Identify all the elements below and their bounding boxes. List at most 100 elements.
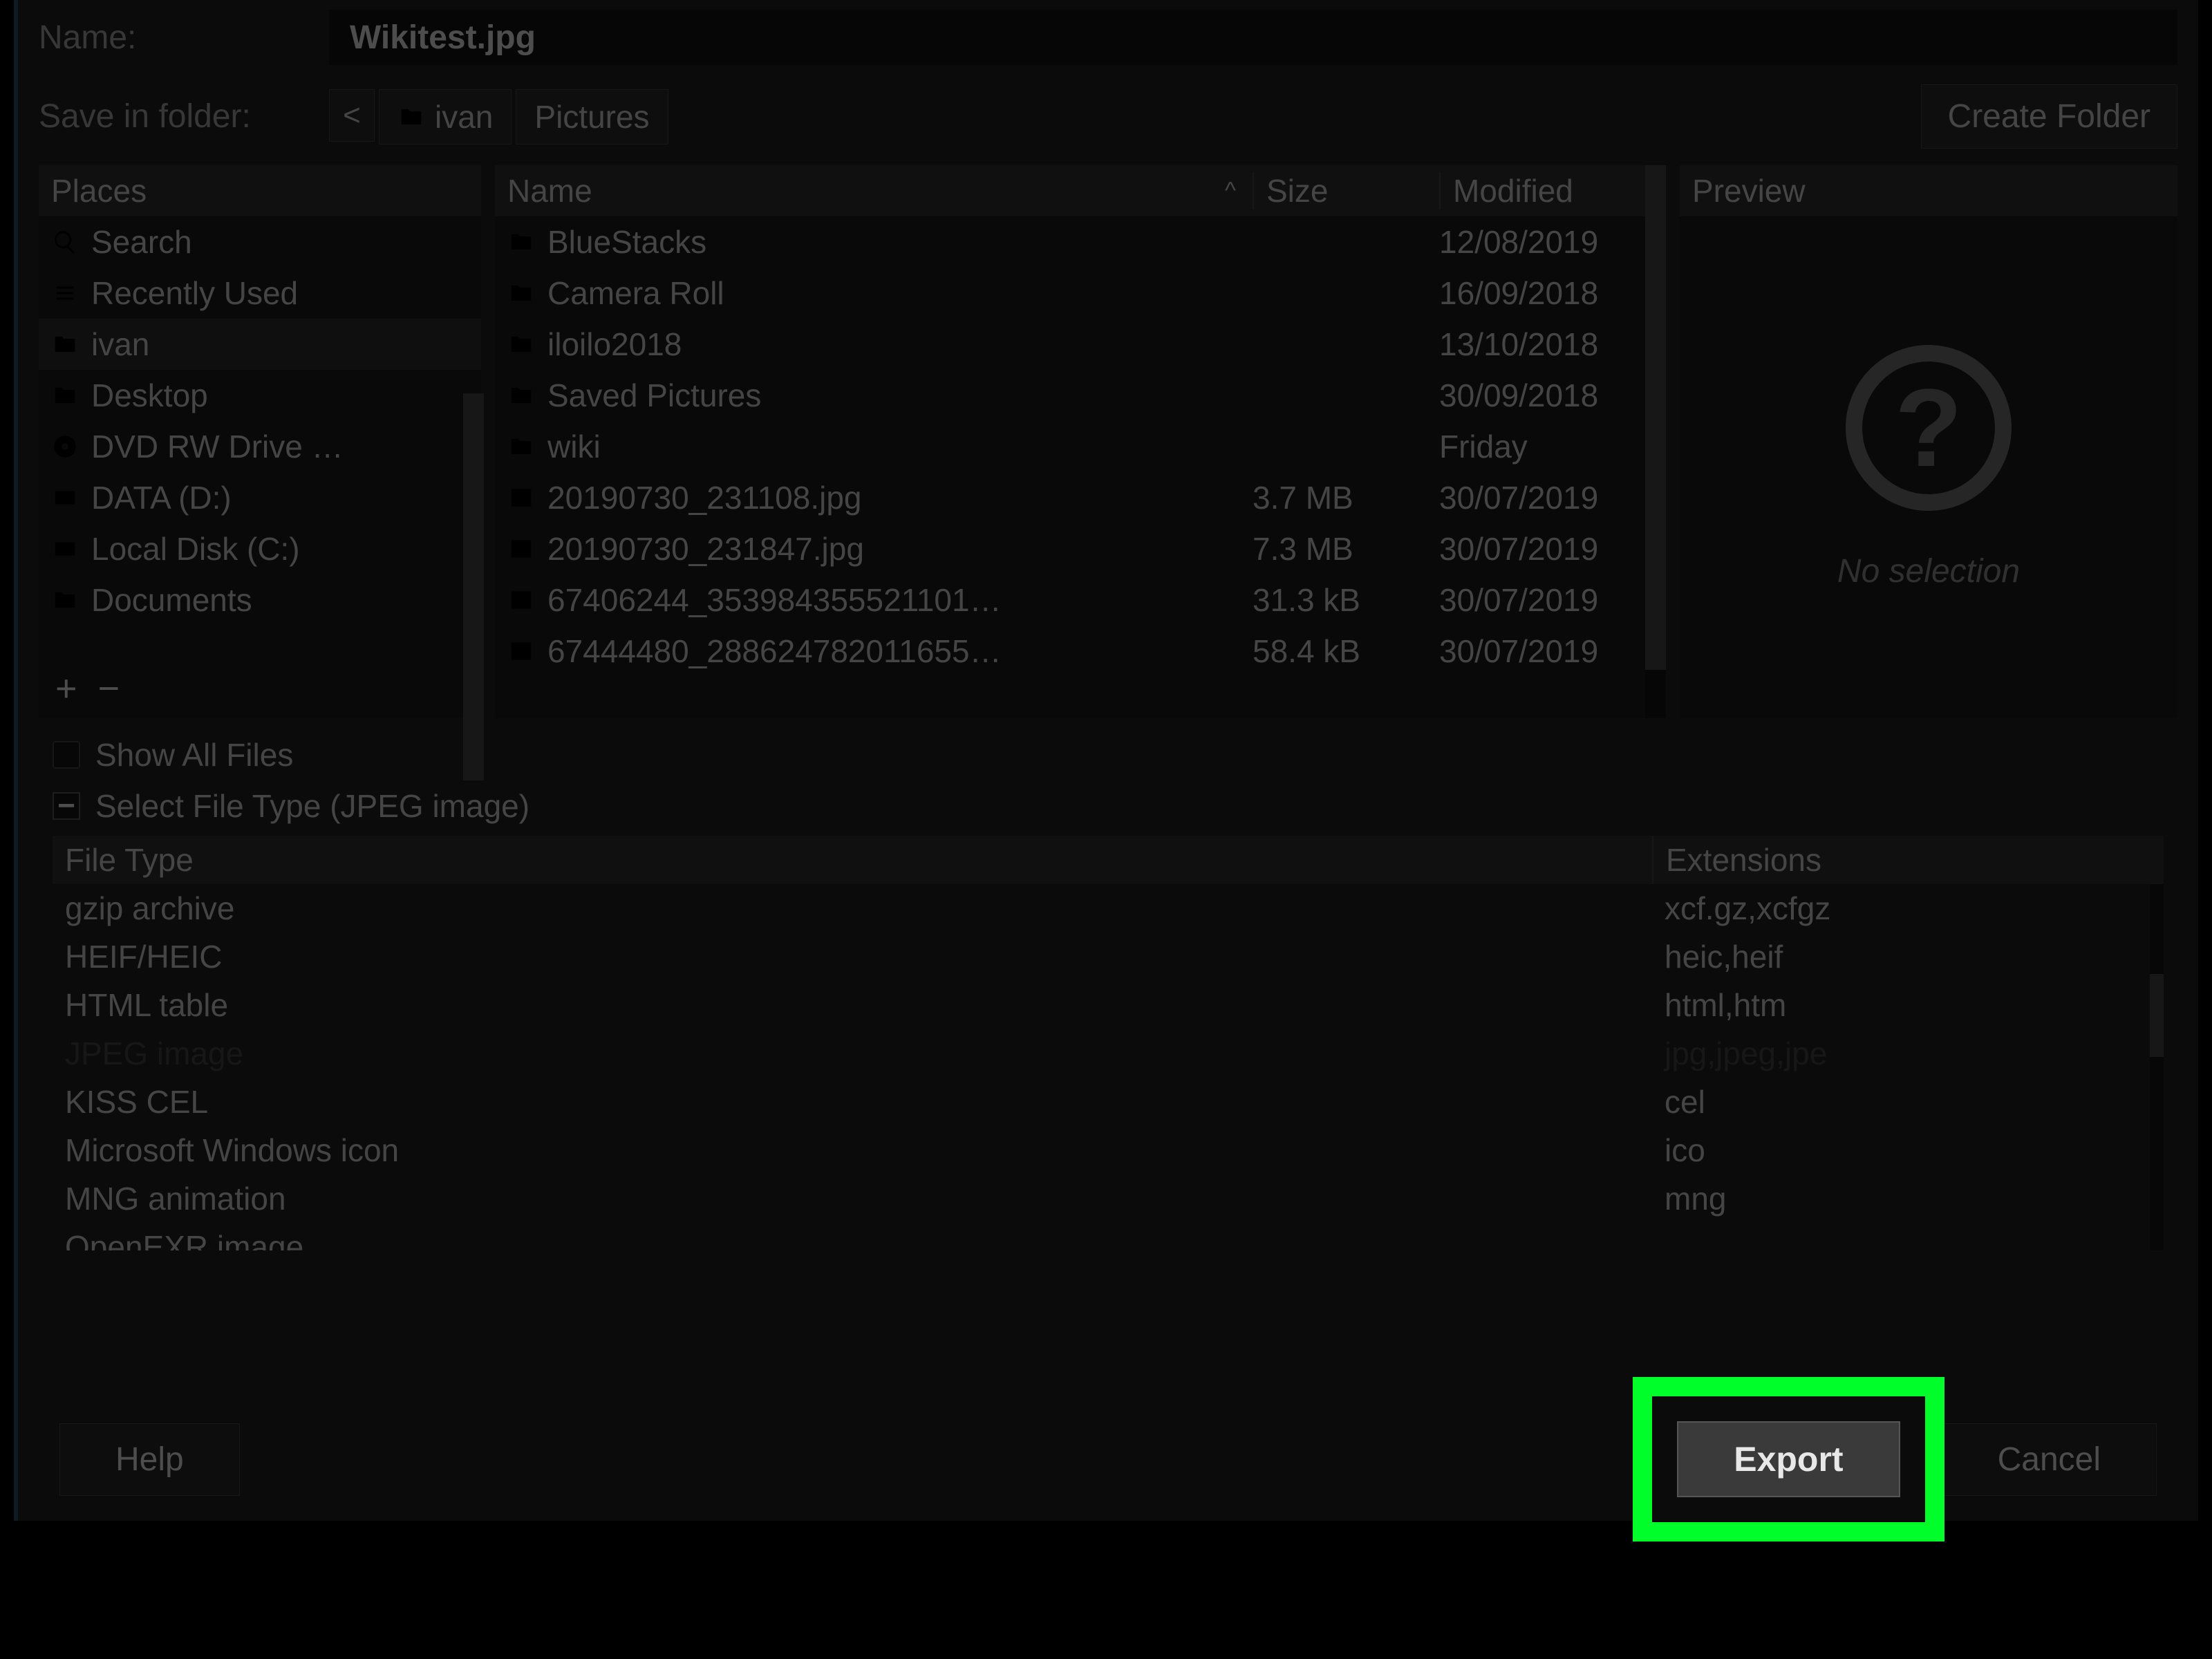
file-type-row[interactable]: HEIF/HEICheic,heif	[53, 932, 2164, 981]
save-in-folder-label: Save in folder:	[39, 97, 329, 135]
places-item[interactable]: DATA (D:)	[39, 472, 481, 523]
file-type-name: JPEG image	[53, 1035, 1652, 1072]
add-place-button[interactable]: +	[55, 667, 77, 710]
places-item[interactable]: ivan	[39, 319, 481, 370]
column-name-header[interactable]: Name	[507, 172, 592, 209]
places-item[interactable]: Local Disk (C:)	[39, 523, 481, 574]
places-list: SearchRecently Used ivan Desktop DVD RW Dri…	[39, 216, 481, 659]
file-type-name: HEIF/HEIC	[53, 938, 1652, 975]
files-scrollbar[interactable]	[1645, 165, 1666, 718]
name-label: Name:	[39, 19, 329, 57]
file-modified: 13/10/2018	[1439, 326, 1653, 363]
cancel-button[interactable]: Cancel	[1942, 1423, 2157, 1496]
file-row[interactable]: BlueStacks12/08/2019	[495, 216, 1666, 268]
folder-icon	[507, 279, 535, 307]
column-modified-header[interactable]: Modified	[1439, 172, 1653, 209]
filename-input[interactable]	[329, 10, 2177, 65]
file-type-name: MNG animation	[53, 1180, 1652, 1217]
file-modified: 12/08/2019	[1439, 223, 1653, 261]
file-row[interactable]: 20190730_231847.jpg7.3 MB30/07/2019	[495, 523, 1666, 574]
file-type-ext: heic,heif	[1652, 938, 2164, 975]
file-modified: 30/07/2019	[1439, 530, 1653, 568]
column-size-header[interactable]: Size	[1253, 172, 1439, 209]
file-type-row[interactable]: MNG animationmng	[53, 1174, 2164, 1223]
question-mark-icon: ?	[1846, 345, 2012, 511]
recent-icon	[51, 279, 79, 307]
file-modified: Friday	[1439, 428, 1653, 465]
path-segment-pictures[interactable]: Pictures	[516, 89, 668, 144]
preview-no-selection-label: No selection	[1837, 552, 2020, 590]
image-icon	[507, 637, 535, 665]
places-scrollbar[interactable]	[463, 393, 484, 718]
disc-icon	[51, 433, 79, 460]
places-item-label: Documents	[91, 581, 252, 619]
file-modified: 30/07/2019	[1439, 581, 1653, 619]
folder-icon	[507, 228, 535, 256]
file-name: wiki	[547, 428, 1240, 465]
file-name: Saved Pictures	[547, 377, 1240, 414]
search-icon	[51, 228, 79, 256]
file-row[interactable]: Saved Pictures30/09/2018	[495, 370, 1666, 421]
file-modified: 30/07/2019	[1439, 632, 1653, 670]
path-back-button[interactable]: <	[329, 89, 375, 142]
file-row[interactable]: wiki Friday	[495, 421, 1666, 472]
file-row[interactable]: iloilo2018 13/10/2018	[495, 319, 1666, 370]
places-item[interactable]: Recently Used	[39, 268, 481, 319]
file-row[interactable]: 20190730_231108.jpg 3.7 MB 30/07/2019	[495, 472, 1666, 523]
show-all-files-label: Show All Files	[95, 736, 293, 774]
places-item[interactable]: Documents	[39, 574, 481, 626]
file-size: 3.7 MB	[1253, 479, 1427, 516]
file-type-row[interactable]: gzip archivexcf.gz,xcfgz	[53, 884, 2164, 932]
path-segment-label: ivan	[435, 98, 493, 135]
file-row[interactable]: Camera Roll16/09/2018	[495, 268, 1666, 319]
preview-header: Preview	[1680, 165, 2177, 216]
file-type-header[interactable]: File Type	[53, 836, 1652, 884]
file-type-row[interactable]: Microsoft Windows iconico	[53, 1126, 2164, 1174]
file-type-row[interactable]: HTML tablehtml,htm	[53, 981, 2164, 1029]
folder-icon	[51, 330, 79, 358]
files-panel: Name ^ Size Modified BlueStacks12/08/201…	[495, 165, 1666, 718]
drive-icon	[51, 484, 79, 512]
file-row[interactable]: 67406244_353984355521101…31.3 kB30/07/20…	[495, 574, 1666, 626]
file-modified: 30/07/2019	[1439, 479, 1653, 516]
places-item-label: DVD RW Drive …	[91, 428, 344, 465]
image-icon	[507, 586, 535, 614]
scroll-thumb[interactable]	[2150, 974, 2164, 1057]
scroll-thumb[interactable]	[463, 393, 484, 780]
scroll-thumb[interactable]	[1645, 165, 1666, 670]
file-type-scrollbar[interactable]	[2150, 884, 2164, 1250]
file-type-row[interactable]: OpenEXR image	[53, 1223, 2164, 1250]
file-type-row[interactable]: JPEG imagejpg,jpeg,jpe	[53, 1029, 2164, 1078]
folder-icon	[51, 382, 79, 409]
file-name: 67444480_288624782011655…	[547, 632, 1240, 670]
places-header: Places	[39, 165, 481, 216]
places-item[interactable]: DVD RW Drive …	[39, 421, 481, 472]
places-item-label: ivan	[91, 326, 149, 363]
file-row[interactable]: 67444480_288624782011655…58.4 kB30/07/20…	[495, 626, 1666, 677]
sort-ascending-icon: ^	[1225, 178, 1236, 205]
file-type-ext: ico	[1652, 1132, 2164, 1169]
file-type-row[interactable]: KISS CELcel	[53, 1078, 2164, 1126]
remove-place-button[interactable]: −	[98, 667, 120, 710]
extensions-header[interactable]: Extensions	[1652, 836, 2164, 884]
files-header: Name ^ Size Modified	[495, 165, 1666, 216]
file-size: 31.3 kB	[1253, 581, 1427, 619]
help-button[interactable]: Help	[59, 1423, 240, 1496]
file-name: 20190730_231108.jpg	[547, 479, 1240, 516]
create-folder-button[interactable]: Create Folder	[1921, 84, 2177, 149]
show-all-files-checkbox[interactable]	[53, 741, 80, 769]
path-segment-ivan[interactable]: ivan	[379, 89, 512, 144]
places-item[interactable]: Desktop	[39, 370, 481, 421]
file-type-collapse-toggle[interactable]: −	[53, 792, 80, 820]
file-name: Camera Roll	[547, 274, 1240, 312]
file-type-name: OpenEXR image	[53, 1228, 1652, 1250]
file-name: iloilo2018	[547, 326, 1240, 363]
folder-icon	[397, 103, 425, 131]
highlight-annotation	[1633, 1377, 1944, 1541]
file-type-name: gzip archive	[53, 890, 1652, 927]
file-type-ext: mng	[1652, 1180, 2164, 1217]
file-type-name: Microsoft Windows icon	[53, 1132, 1652, 1169]
places-item[interactable]: Search	[39, 216, 481, 268]
folder-icon	[51, 586, 79, 614]
places-item-label: DATA (D:)	[91, 479, 232, 516]
